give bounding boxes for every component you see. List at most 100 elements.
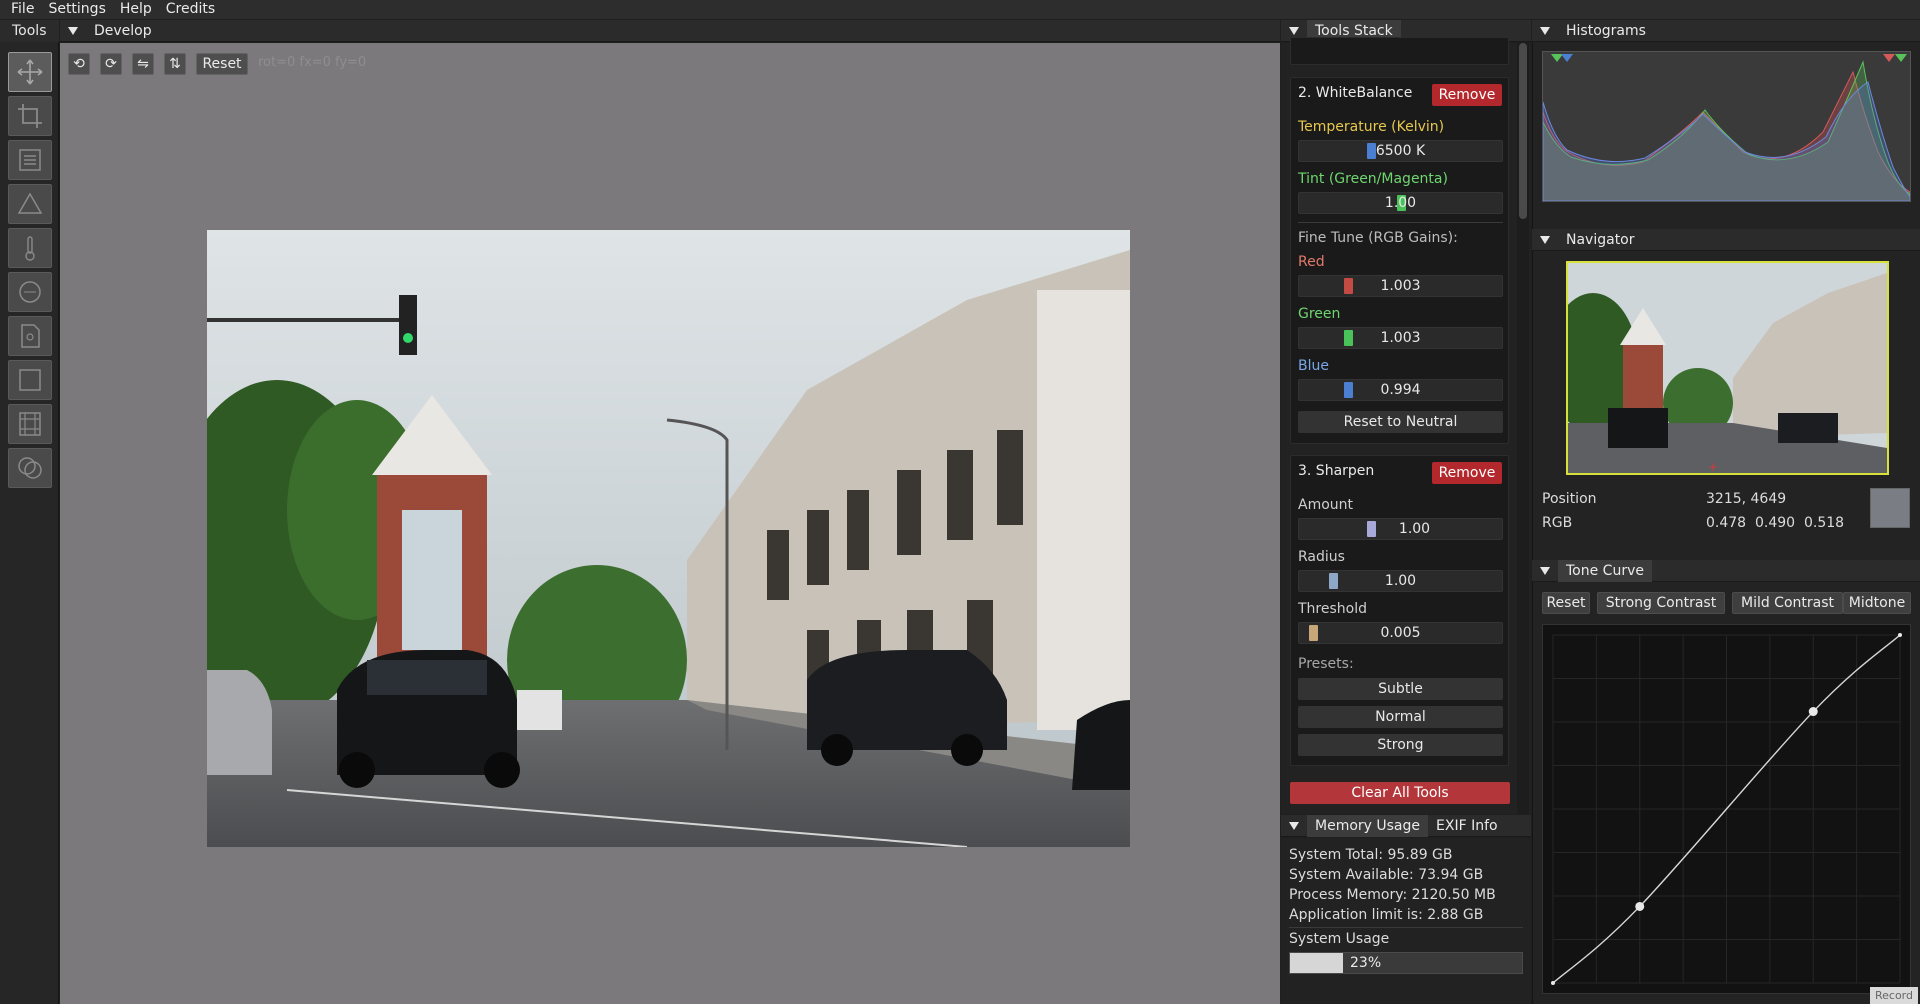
tone-curve-title: Tone Curve xyxy=(1558,559,1652,582)
rotate-cw-button[interactable]: ⟳ xyxy=(100,53,122,75)
threshold-slider-thumb[interactable] xyxy=(1309,625,1318,641)
color-swatch xyxy=(1870,488,1910,528)
triangle-tool-button[interactable] xyxy=(8,184,52,224)
overlap-circles-icon xyxy=(18,457,42,479)
develop-title: Develop xyxy=(94,22,152,39)
position-label: Position xyxy=(1542,491,1597,507)
film-icon xyxy=(19,412,41,436)
radius-value: 1.00 xyxy=(1384,573,1417,589)
rgb-value: 0.478 0.490 0.518 xyxy=(1706,515,1845,531)
document-tool-button[interactable] xyxy=(8,316,52,356)
temperature-tool-button[interactable] xyxy=(8,228,52,268)
system-available: System Available: 73.94 GB xyxy=(1289,867,1484,883)
system-usage-fill xyxy=(1290,953,1344,973)
tone-curve-graph[interactable] xyxy=(1543,625,1910,993)
collapse-triangle-icon[interactable] xyxy=(1532,560,1558,582)
clear-all-tools-button[interactable]: Clear All Tools xyxy=(1290,782,1510,804)
curve-control-point[interactable] xyxy=(1635,901,1645,911)
photo-canvas[interactable] xyxy=(207,230,1130,847)
amount-slider[interactable]: 1.00 xyxy=(1298,518,1503,540)
tools-stack-scrollbar[interactable] xyxy=(1517,43,1529,814)
strong-contrast-button[interactable]: Strong Contrast xyxy=(1597,592,1725,614)
system-usage-bar: 23% xyxy=(1289,952,1523,974)
list-tool-button[interactable] xyxy=(8,140,52,180)
blue-gain-slider-thumb[interactable] xyxy=(1344,382,1353,398)
rotate-ccw-button[interactable]: ⟲ xyxy=(68,53,90,75)
preset-subtle-button[interactable]: Subtle xyxy=(1298,678,1503,700)
circle-tool-button[interactable] xyxy=(8,272,52,312)
red-gain-slider[interactable]: 1.003 xyxy=(1298,275,1503,297)
histograms-title-bar: Histograms xyxy=(1532,20,1920,42)
menu-settings[interactable]: Settings xyxy=(41,0,112,19)
list-icon xyxy=(19,149,41,171)
reset-transform-button[interactable]: Reset xyxy=(196,53,248,75)
mild-contrast-button[interactable]: Mild Contrast xyxy=(1732,592,1843,614)
scrollbar-thumb[interactable] xyxy=(1519,43,1527,219)
tab-exif-info[interactable]: EXIF Info xyxy=(1428,815,1506,837)
histogram-curves xyxy=(1542,54,1911,202)
menu-bar: File Settings Help Credits xyxy=(0,0,1920,19)
preset-normal-button[interactable]: Normal xyxy=(1298,706,1503,728)
white-balance-remove-button[interactable]: Remove xyxy=(1432,84,1502,106)
crop-tool-button[interactable] xyxy=(8,96,52,136)
curve-control-point[interactable] xyxy=(1898,633,1902,637)
move-tool-button[interactable] xyxy=(8,52,52,92)
menu-credits[interactable]: Credits xyxy=(159,0,222,19)
develop-title-bar: Develop xyxy=(60,20,1280,42)
tab-memory-usage[interactable]: Memory Usage xyxy=(1307,814,1429,837)
temperature-slider-thumb[interactable] xyxy=(1367,143,1376,159)
radius-slider[interactable]: 1.00 xyxy=(1298,570,1503,592)
develop-viewport[interactable]: ⟲ ⟳ ⇋ ⇅ Reset rot=0 fx=0 fy=0 xyxy=(60,43,1280,1004)
presets-label: Presets: xyxy=(1298,656,1354,672)
position-value: 3215, 4649 xyxy=(1706,491,1787,507)
red-gain-slider-thumb[interactable] xyxy=(1344,278,1353,294)
divider xyxy=(1298,222,1503,223)
collapse-triangle-icon[interactable] xyxy=(1532,20,1558,42)
menu-file[interactable]: File xyxy=(4,0,41,19)
sharpen-remove-button[interactable]: Remove xyxy=(1432,462,1502,484)
temperature-slider[interactable]: 6500 K xyxy=(1298,140,1503,162)
square-tool-button[interactable] xyxy=(8,360,52,400)
green-gain-slider[interactable]: 1.003 xyxy=(1298,327,1503,349)
radius-slider-thumb[interactable] xyxy=(1329,573,1338,589)
threshold-slider[interactable]: 0.005 xyxy=(1298,622,1503,644)
curve-reset-button[interactable]: Reset xyxy=(1542,592,1590,614)
white-balance-card: 2. WhiteBalance Remove Temperature (Kelv… xyxy=(1290,77,1509,444)
tint-value: 1.00 xyxy=(1384,195,1417,211)
reset-to-neutral-button[interactable]: Reset to Neutral xyxy=(1298,411,1503,433)
flip-horizontal-icon: ⇋ xyxy=(137,56,149,72)
preset-strong-button[interactable]: Strong xyxy=(1298,734,1503,756)
film-tool-button[interactable] xyxy=(8,404,52,444)
green-gain-slider-thumb[interactable] xyxy=(1344,330,1353,346)
midtone-button[interactable]: Midtone xyxy=(1843,592,1911,614)
move-icon xyxy=(17,59,43,85)
curve-control-point[interactable] xyxy=(1551,981,1555,985)
blue-gain-value: 0.994 xyxy=(1380,382,1421,398)
collapse-triangle-icon[interactable] xyxy=(1532,229,1558,251)
green-gain-value: 1.003 xyxy=(1380,330,1421,346)
threshold-label: Threshold xyxy=(1298,601,1367,617)
system-usage-label: System Usage xyxy=(1289,931,1390,947)
overlap-tool-button[interactable] xyxy=(8,448,52,488)
tint-slider[interactable]: 1.00 xyxy=(1298,192,1503,214)
menu-help[interactable]: Help xyxy=(113,0,159,19)
square-icon xyxy=(19,369,41,391)
amount-slider-thumb[interactable] xyxy=(1367,521,1376,537)
collapse-triangle-icon[interactable] xyxy=(60,20,86,42)
collapse-triangle-icon[interactable] xyxy=(1281,815,1307,837)
threshold-value: 0.005 xyxy=(1380,625,1421,641)
record-label: Record xyxy=(1870,987,1918,1004)
tools-panel-title: Tools xyxy=(0,20,59,42)
navigator-preview[interactable]: + xyxy=(1566,261,1889,475)
radius-label: Radius xyxy=(1298,549,1345,565)
tools-panel: Tools xyxy=(0,20,59,1004)
tint-label: Tint (Green/Magenta) xyxy=(1298,171,1448,187)
blue-gain-slider[interactable]: 0.994 xyxy=(1298,379,1503,401)
tone-curve-editor[interactable] xyxy=(1542,624,1911,994)
blue-gain-label: Blue xyxy=(1298,358,1329,374)
curve-control-point[interactable] xyxy=(1808,707,1818,717)
amount-label: Amount xyxy=(1298,497,1354,513)
divider xyxy=(1289,927,1523,928)
flip-vertical-button[interactable]: ⇅ xyxy=(164,53,186,75)
flip-horizontal-button[interactable]: ⇋ xyxy=(132,53,154,75)
